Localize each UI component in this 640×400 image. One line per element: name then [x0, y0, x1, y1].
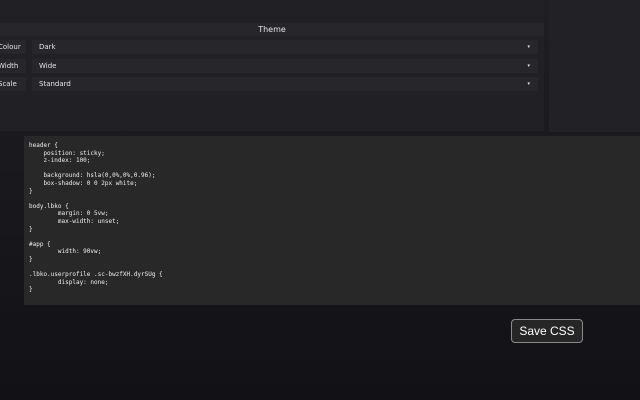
theme-heading: Theme — [0, 23, 544, 36]
setting-row-scale: Scale Standard ▾ — [0, 77, 538, 91]
scale-label: Scale — [0, 77, 26, 91]
chevron-down-icon: ▾ — [527, 81, 530, 87]
width-select[interactable]: Wide ▾ — [32, 59, 538, 73]
scale-select-value: Standard — [39, 80, 71, 88]
chevron-down-icon: ▾ — [527, 63, 530, 69]
scale-select[interactable]: Standard ▾ — [32, 77, 538, 91]
width-label: Width — [0, 59, 26, 73]
colour-select-value: Dark — [39, 43, 56, 51]
save-css-button[interactable]: Save CSS — [511, 319, 583, 343]
css-editor[interactable]: header { position: sticky; z-index: 100;… — [24, 136, 640, 305]
chevron-down-icon: ▾ — [527, 44, 530, 50]
colour-select[interactable]: Dark ▾ — [32, 40, 538, 54]
width-select-value: Wide — [39, 62, 57, 70]
setting-row-colour: Colour Dark ▾ — [0, 40, 538, 54]
setting-row-width: Width Wide ▾ — [0, 59, 538, 73]
colour-label: Colour — [0, 40, 26, 54]
side-panel — [549, 0, 640, 132]
